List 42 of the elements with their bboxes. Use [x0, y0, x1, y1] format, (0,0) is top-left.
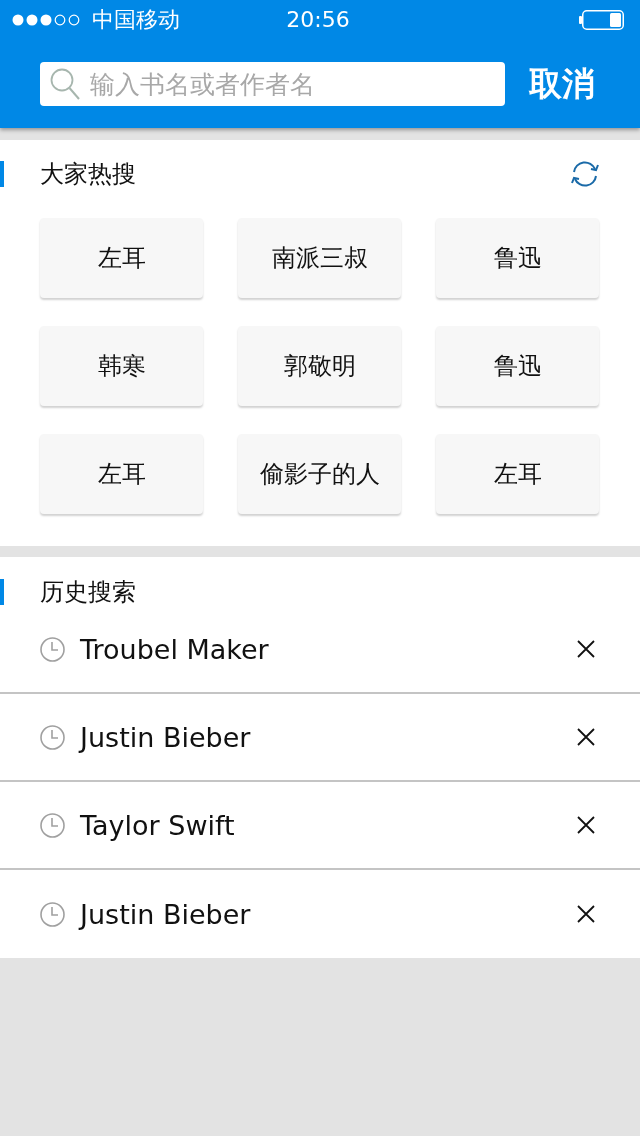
refresh-button[interactable] [570, 159, 600, 189]
hot-search-tag[interactable]: 偷影子的人 [238, 434, 401, 514]
history-text: Troubel Maker [80, 633, 270, 665]
hot-search-tag[interactable]: 郭敬明 [238, 326, 401, 406]
hot-search-tag[interactable]: 左耳 [436, 434, 599, 514]
cancel-button[interactable]: 取消 [529, 64, 595, 104]
history-text: Justin Bieber [80, 721, 252, 753]
section-title: 大家热搜 [40, 160, 137, 188]
history-text: Taylor Swift [80, 809, 236, 841]
close-icon [576, 904, 596, 924]
hot-search-tag[interactable]: 左耳 [40, 218, 203, 298]
remove-button[interactable] [576, 639, 596, 659]
remove-button[interactable] [576, 727, 596, 747]
refresh-icon [570, 159, 600, 189]
clock-icon [40, 636, 65, 662]
close-icon [576, 639, 596, 659]
accent-bar [0, 161, 4, 187]
accent-bar [0, 579, 4, 605]
close-icon [576, 815, 596, 835]
remove-button[interactable] [576, 815, 596, 835]
carrier-name: 中国移动 [92, 7, 180, 33]
status-time: 20:56 [286, 7, 350, 33]
close-icon [576, 727, 596, 747]
battery-icon [579, 10, 624, 30]
hot-search-tag[interactable]: 左耳 [40, 434, 203, 514]
history-text: Justin Bieber [80, 898, 252, 930]
hot-search-tag[interactable]: 韩寒 [40, 326, 203, 406]
remove-button[interactable] [576, 904, 596, 924]
hot-search-tag[interactable]: 鲁迅 [436, 326, 599, 406]
section-title: 历史搜索 [40, 578, 137, 606]
hot-search-tag[interactable]: 南派三叔 [238, 218, 401, 298]
clock-icon [40, 812, 65, 838]
hot-search-tag[interactable]: 鲁迅 [436, 218, 599, 298]
history-item[interactable]: Troubel Maker [0, 606, 640, 694]
clock-icon [40, 901, 65, 927]
history-item[interactable]: Justin Bieber [0, 694, 640, 782]
history-item[interactable]: Taylor Swift [0, 782, 640, 870]
search-icon [50, 68, 80, 100]
history-item[interactable]: Justin Bieber [0, 870, 640, 958]
search-field[interactable]: 输入书名或者作者名 [40, 62, 505, 106]
signal-icon [12, 14, 80, 26]
clock-icon [40, 724, 65, 750]
